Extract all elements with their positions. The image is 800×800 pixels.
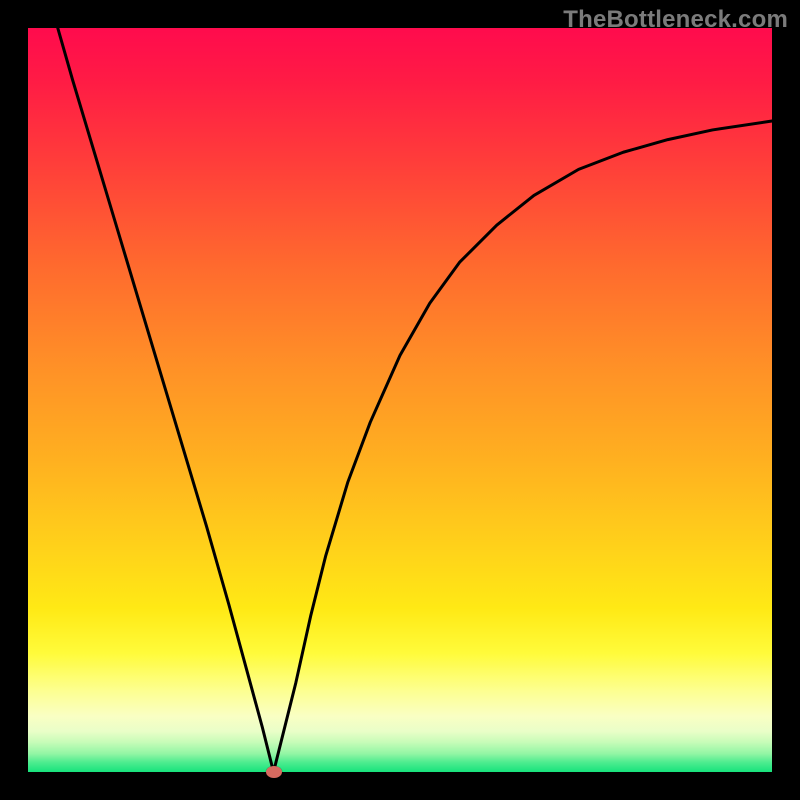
plot-area [28,28,772,772]
bottleneck-curve [28,28,772,772]
outer-frame: TheBottleneck.com [0,0,800,800]
bottleneck-marker [266,766,282,778]
